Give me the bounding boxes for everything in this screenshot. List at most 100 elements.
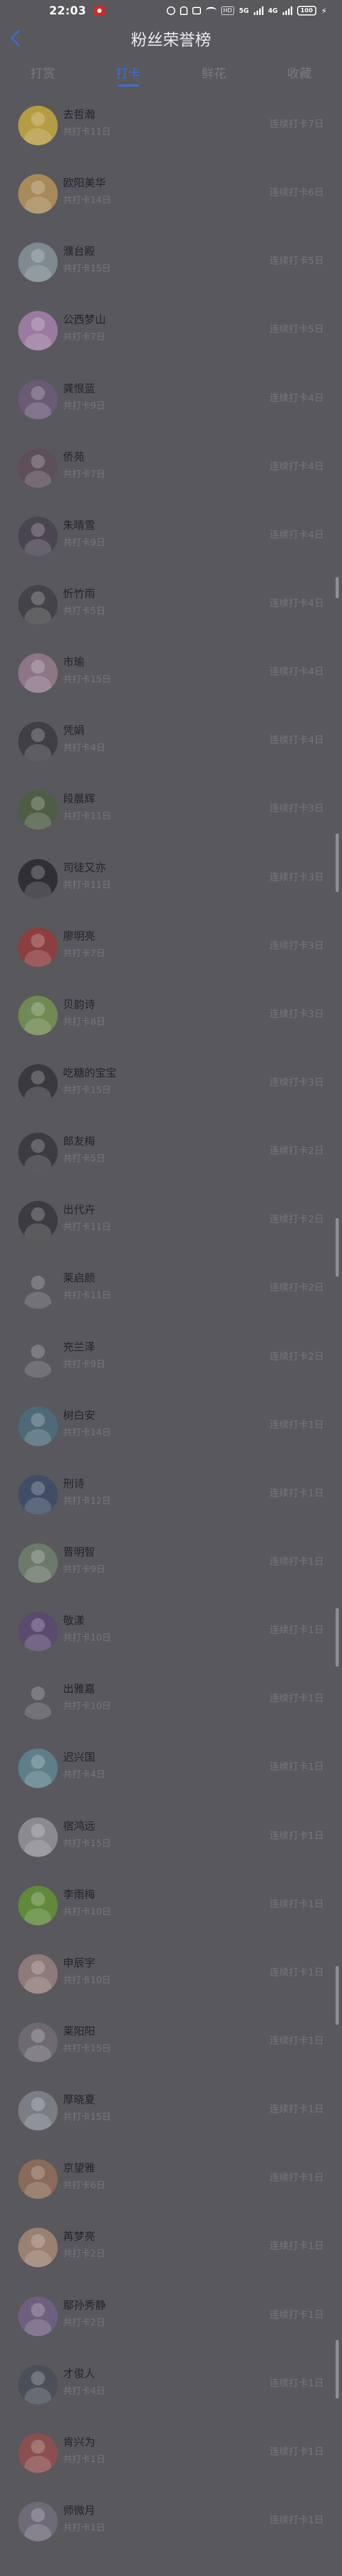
avatar[interactable]	[18, 1680, 58, 1720]
avatar[interactable]	[18, 2364, 58, 2405]
avatar[interactable]	[18, 516, 58, 556]
tab-flowers[interactable]: 鲜花	[171, 56, 256, 94]
avatar[interactable]	[18, 1064, 58, 1104]
list-item[interactable]: 迟兴国 共打卡4日 连续打卡1日	[0, 1737, 342, 1805]
avatar[interactable]	[18, 2296, 58, 2336]
list-item[interactable]: 树白安 共打卡14日 连续打卡1日	[0, 1395, 342, 1463]
fan-name: 莱阳阳	[63, 2024, 95, 2038]
avatar[interactable]	[18, 995, 58, 1035]
avatar[interactable]	[18, 1338, 58, 1378]
avatar[interactable]	[18, 311, 58, 351]
list-item[interactable]: 鄢孙秀静 共打卡2日 连续打卡1日	[0, 2285, 342, 2353]
list-item[interactable]: 吃糖的宝宝 共打卡15日 连续打卡3日	[0, 1052, 342, 1121]
list-item[interactable]: 去哲瀚 共打卡11日 连续打卡7日	[0, 94, 342, 162]
list-item[interactable]: 厚晓夏 共打卡15日 连续打卡1日	[0, 2079, 342, 2148]
avatar[interactable]	[18, 1543, 58, 1583]
avatar[interactable]	[18, 1201, 58, 1241]
avatar[interactable]	[18, 1954, 58, 1994]
avatar[interactable]	[18, 2022, 58, 2062]
avatar[interactable]	[18, 1133, 58, 1173]
list-item[interactable]: 司徒又亦 共打卡11日 连续打卡3日	[0, 847, 342, 916]
list-item[interactable]: 刑诗 共打卡12日 连续打卡1日	[0, 1463, 342, 1532]
list-item[interactable]: 公西梦山 共打卡7日 连续打卡5日	[0, 299, 342, 368]
avatar[interactable]	[18, 379, 58, 419]
list-item[interactable]: 晋明智 共打卡9日 连续打卡1日	[0, 1532, 342, 1600]
list-item[interactable]: 忻竹雨 共打卡5日 连续打卡4日	[0, 573, 342, 642]
avatar[interactable]	[18, 584, 58, 625]
list-item[interactable]: 京望雅 共打卡6日 连续打卡1日	[0, 2148, 342, 2216]
list-item[interactable]: 市瑜 共打卡15日 连续打卡4日	[0, 642, 342, 710]
list-item[interactable]: 出雅嘉 共打卡10日 连续打卡1日	[0, 1668, 342, 1737]
avatar[interactable]	[18, 927, 58, 967]
status-bar: 22:03 HD 5G 4G 100 ⚡	[0, 0, 342, 21]
scrollbar-thumb[interactable]	[336, 1608, 339, 1667]
streak-checkin-days: 连续打卡1日	[269, 2241, 324, 2252]
total-checkin-days: 共打卡2日	[63, 2317, 105, 2328]
list-item[interactable]: 莱阳阳 共打卡15日 连续打卡1日	[0, 2011, 342, 2079]
avatar[interactable]	[18, 2501, 58, 2541]
list-item[interactable]: 才俊人 共打卡4日 连续打卡1日	[0, 2353, 342, 2422]
list-item[interactable]: 宿鸿远 共打卡15日 连续打卡1日	[0, 1806, 342, 1874]
scrollbar-thumb[interactable]	[336, 833, 339, 892]
streak-checkin-days: 连续打卡1日	[269, 2035, 324, 2047]
avatar[interactable]	[18, 448, 58, 488]
avatar[interactable]	[18, 722, 58, 762]
scrollbar-thumb[interactable]	[336, 1966, 339, 2025]
avatar[interactable]	[18, 1885, 58, 1925]
avatar[interactable]	[18, 2091, 58, 2131]
total-checkin-days: 共打卡8日	[63, 1016, 105, 1027]
total-checkin-days: 共打卡11日	[63, 1290, 111, 1301]
list-item[interactable]: 肯兴为 共打卡1日 连续打卡1日	[0, 2422, 342, 2490]
scrollbar-thumb[interactable]	[336, 2340, 339, 2399]
scrollbar-thumb[interactable]	[336, 1218, 339, 1277]
list-item[interactable]: 段晨辉 共打卡11日 连续打卡3日	[0, 778, 342, 847]
list-item[interactable]: 李雨梅 共打卡10日 连续打卡1日	[0, 1874, 342, 1942]
scrollbar-thumb[interactable]	[336, 577, 339, 598]
total-checkin-days: 共打卡10日	[63, 1701, 111, 1712]
list-item[interactable]: 申辰宇 共打卡10日 连续打卡1日	[0, 1942, 342, 2011]
list-item[interactable]: 出代卉 共打卡11日 连续打卡2日	[0, 1189, 342, 1258]
list-item[interactable]: 濮台殿 共打卡15日 连续打卡5日	[0, 231, 342, 299]
avatar[interactable]	[18, 1817, 58, 1857]
list-item[interactable]: 贝韵诗 共打卡8日 连续打卡3日	[0, 984, 342, 1052]
avatar[interactable]	[18, 2433, 58, 2473]
list-item[interactable]: 侨苑 共打卡7日 连续打卡4日	[0, 436, 342, 505]
tab-favorites[interactable]: 收藏	[256, 56, 342, 94]
list-item[interactable]: 朱晴雪 共打卡9日 连续打卡4日	[0, 505, 342, 573]
avatar[interactable]	[18, 106, 58, 145]
list-item[interactable]: 凭娟 共打卡4日 连续打卡4日	[0, 710, 342, 778]
tab-checkin[interactable]: 打卡	[86, 56, 171, 94]
avatar[interactable]	[18, 1474, 58, 1515]
avatar[interactable]	[18, 1748, 58, 1789]
avatar[interactable]	[18, 790, 58, 830]
list-item[interactable]: 欧阳美华 共打卡14日 连续打卡6日	[0, 162, 342, 231]
total-checkin-days: 共打卡15日	[63, 1084, 111, 1096]
avatar[interactable]	[18, 2228, 58, 2268]
avatar[interactable]	[18, 174, 58, 214]
list-item[interactable]: 师微月 共打卡1日 连续打卡1日	[0, 2490, 342, 2558]
avatar[interactable]	[18, 1612, 58, 1652]
total-checkin-days: 共打卡4日	[63, 743, 105, 754]
avatar[interactable]	[18, 653, 58, 693]
streak-checkin-days: 连续打卡4日	[269, 392, 324, 404]
list-item[interactable]: 敬漾 共打卡10日 连续打卡1日	[0, 1600, 342, 1668]
list-item[interactable]: 龚恨蓝 共打卡9日 连续打卡4日	[0, 368, 342, 436]
list-item[interactable]: 苒梦亮 共打卡2日 连续打卡1日	[0, 2216, 342, 2284]
list-item[interactable]: 廖明亮 共打卡7日 连续打卡3日	[0, 916, 342, 984]
fan-name: 郎友梅	[63, 1135, 95, 1148]
list-item[interactable]: 充兰泽 共打卡9日 连续打卡2日	[0, 1326, 342, 1395]
avatar[interactable]	[18, 2159, 58, 2199]
back-arrow-icon[interactable]	[10, 29, 27, 46]
avatar[interactable]	[18, 858, 58, 899]
avatar[interactable]	[18, 243, 58, 283]
streak-checkin-days: 连续打卡4日	[269, 735, 324, 746]
avatar[interactable]	[18, 1406, 58, 1446]
fan-name: 晋明智	[63, 1545, 95, 1558]
avatar[interactable]	[18, 1269, 58, 1309]
streak-checkin-days: 连续打卡1日	[269, 1419, 324, 1431]
tab-tips[interactable]: 打赏	[0, 56, 86, 94]
list-item[interactable]: 莱启颜 共打卡11日 连续打卡2日	[0, 1258, 342, 1326]
total-checkin-days: 共打卡11日	[63, 1222, 111, 1233]
streak-checkin-days: 连续打卡1日	[269, 1487, 324, 1499]
list-item[interactable]: 郎友梅 共打卡5日 连续打卡2日	[0, 1121, 342, 1189]
